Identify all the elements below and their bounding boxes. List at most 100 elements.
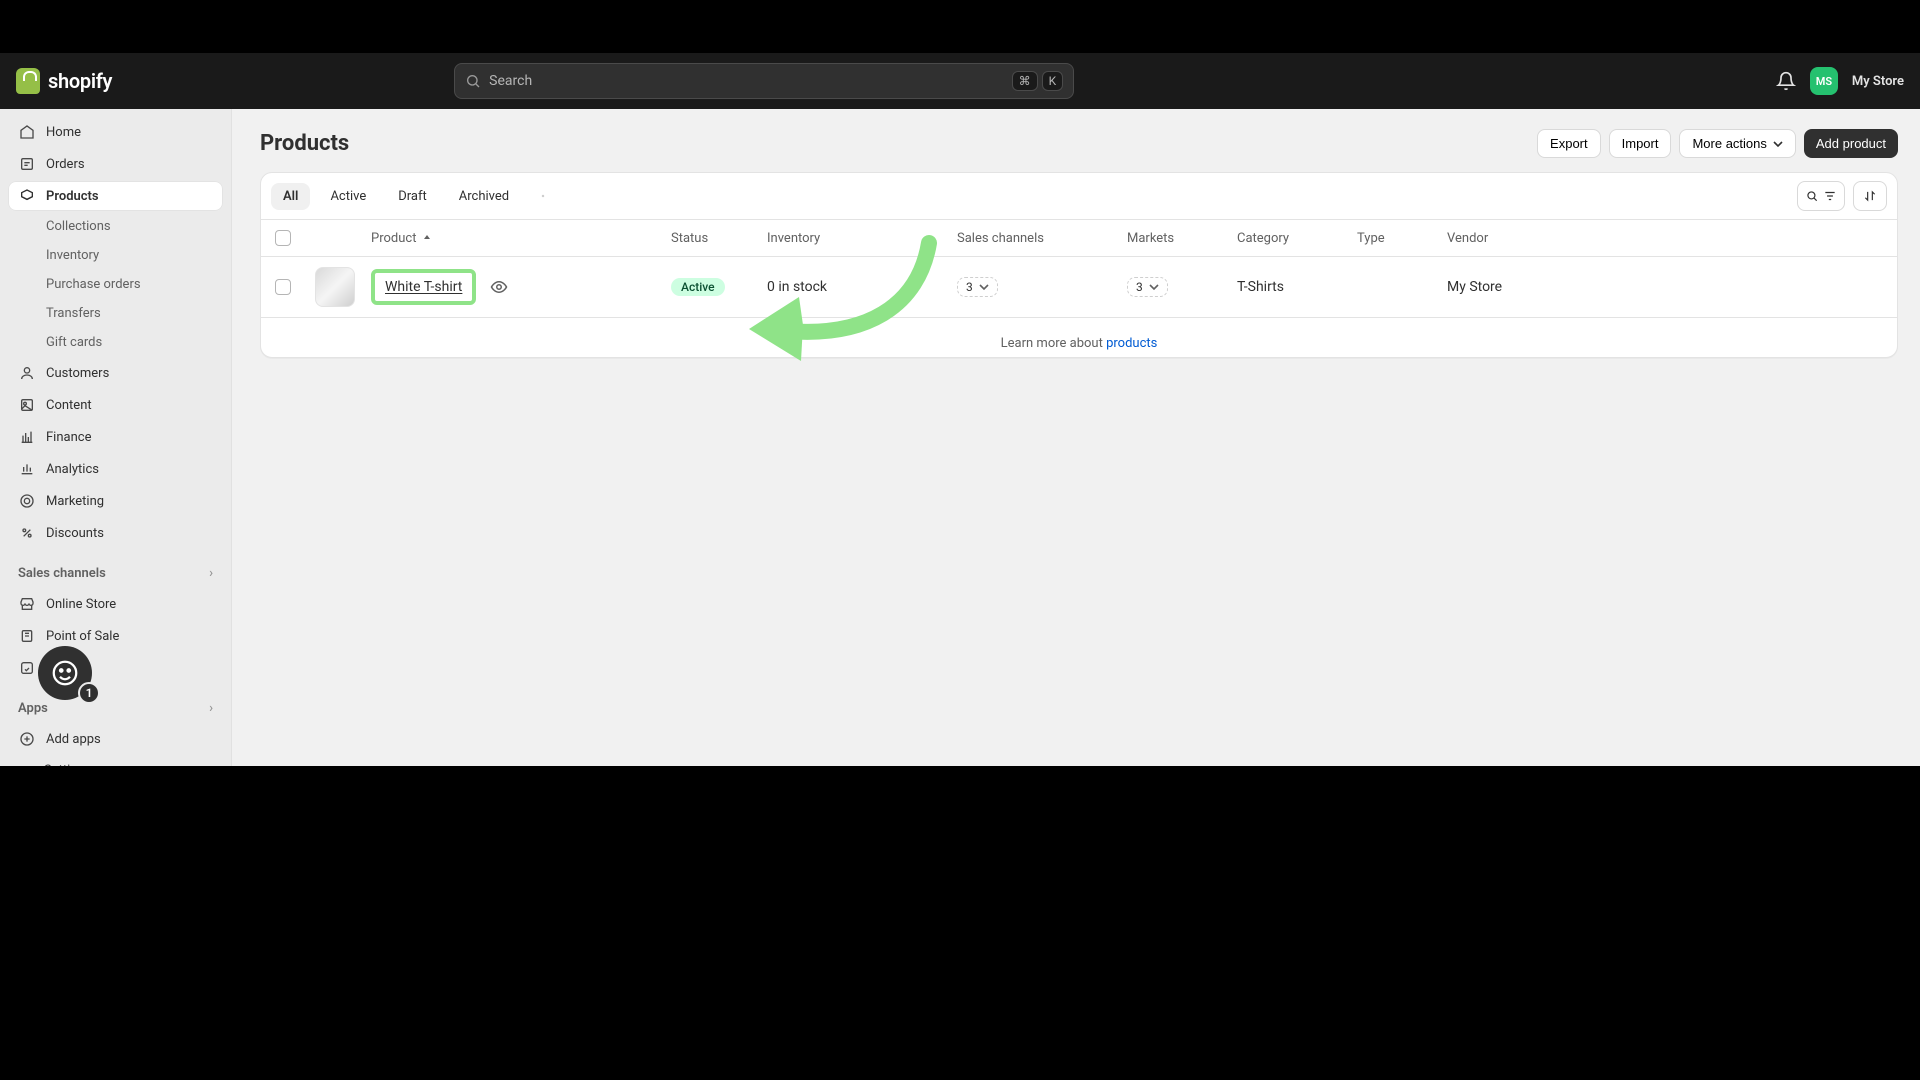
analytics-icon [18,460,36,478]
select-all-checkbox[interactable] [275,230,291,246]
sort-asc-icon [422,233,432,243]
pos-icon [18,627,36,645]
sidebar-item-marketing[interactable]: Marketing [8,486,223,516]
search-filter-button[interactable] [1797,181,1845,211]
col-type[interactable]: Type [1357,231,1447,246]
learn-more: Learn more about products [261,318,1897,357]
page-title: Products [260,131,349,156]
sidebar-item-home[interactable]: Home [8,117,223,147]
chevron-right-icon: › [209,566,213,581]
sidebar-sub-purchase-orders[interactable]: Purchase orders [8,271,223,298]
channels-pill[interactable]: 3 [957,277,998,297]
topbar: shopify Search ⌘ K MS My Store [0,53,1920,109]
notifications-icon[interactable] [1776,71,1796,91]
customers-icon [18,364,36,382]
sidebar-item-label: Settings [44,763,91,767]
sidebar-item-label: Discounts [46,526,104,541]
col-category[interactable]: Category [1237,231,1357,246]
shopify-bag-icon [16,68,40,94]
sidebar-item-label: Add apps [46,732,101,747]
tab-archived[interactable]: Archived [447,183,521,210]
sidebar-add-apps[interactable]: Add apps [8,724,223,754]
table-row[interactable]: White T-shirt Active 0 in stock 3 [261,257,1897,318]
annotation-highlight: White T-shirt [371,269,476,305]
category-cell: T-Shirts [1237,279,1357,295]
sidebar-header-channels[interactable]: Sales channels › [8,560,223,587]
inventory-cell: 0 in stock [767,279,957,295]
sidebar-item-customers[interactable]: Customers [8,358,223,388]
preview-icon[interactable] [490,278,508,296]
orders-icon [18,155,36,173]
sidebar-item-label: Point of Sale [46,629,119,644]
col-channels[interactable]: Sales channels [957,231,1127,246]
row-checkbox[interactable] [275,279,291,295]
col-inventory[interactable]: Inventory [767,231,957,246]
sidebar-sub-transfers[interactable]: Transfers [8,300,223,327]
tab-add-view[interactable] [529,184,557,208]
tabbar: All Active Draft Archived [261,173,1897,220]
sidebar-settings[interactable]: Settings [8,756,223,766]
gear-icon [18,762,34,766]
sidebar-item-products[interactable]: Products [8,181,223,211]
col-product[interactable]: Product [371,231,671,246]
kbd-mod: ⌘ [1012,71,1038,91]
sidebar-item-label: Finance [46,430,91,445]
search-icon [465,73,481,89]
content-icon [18,396,36,414]
sidebar-item-label: Analytics [46,462,99,477]
tab-active[interactable]: Active [318,183,378,210]
tab-all[interactable]: All [271,183,310,210]
search-placeholder: Search [489,73,532,89]
sidebar-sub-collections[interactable]: Collections [8,213,223,240]
add-product-button[interactable]: Add product [1804,129,1898,158]
tab-draft[interactable]: Draft [386,183,439,210]
export-button[interactable]: Export [1537,129,1601,158]
sidebar-header-apps[interactable]: Apps › [8,695,223,722]
discounts-icon [18,524,36,542]
more-actions-button[interactable]: More actions [1679,129,1795,158]
sidebar-item-label: Content [46,398,92,413]
store-avatar[interactable]: MS [1810,67,1838,95]
col-status[interactable]: Status [671,231,767,246]
home-icon [18,123,36,141]
sidebar-channel-online-store[interactable]: Online Store [8,589,223,619]
learn-products-link[interactable]: products [1106,336,1157,351]
sidebar-channel-pos[interactable]: Point of Sale [8,621,223,651]
sidebar-item-content[interactable]: Content [8,390,223,420]
sidebar-item-orders[interactable]: Orders [8,149,223,179]
sidebar-item-label: Customers [46,366,109,381]
products-card: All Active Draft Archived [260,172,1898,358]
sidebar-sub-inventory[interactable]: Inventory [8,242,223,269]
chevron-right-icon: › [209,701,213,716]
sidebar-item-discounts[interactable]: Discounts [8,518,223,548]
sidebar-item-label: Home [46,125,81,140]
product-thumbnail[interactable] [315,267,355,307]
markets-pill[interactable]: 3 [1127,277,1168,297]
online-store-icon [18,595,36,613]
import-button[interactable]: Import [1609,129,1672,158]
status-badge: Active [671,278,725,296]
help-badge: 1 [78,682,100,704]
chevron-down-icon [1773,139,1783,149]
brand-word: shopify [48,69,112,93]
sidebar-item-finance[interactable]: Finance [8,422,223,452]
col-vendor[interactable]: Vendor [1447,231,1883,246]
shop-icon [18,659,36,677]
store-name[interactable]: My Store [1852,74,1904,89]
brand-logo[interactable]: shopify [16,68,112,94]
sidebar-sub-gift-cards[interactable]: Gift cards [8,329,223,356]
marketing-icon [18,492,36,510]
annotation-arrow [729,233,949,393]
col-markets[interactable]: Markets [1127,231,1237,246]
product-name-link[interactable]: White T-shirt [385,279,462,295]
table-header: Product Status Inventory Sales channels … [261,220,1897,257]
sidebar-item-analytics[interactable]: Analytics [8,454,223,484]
sidebar-item-label: Online Store [46,597,116,612]
vendor-cell: My Store [1447,279,1883,295]
kbd-key: K [1042,71,1064,91]
products-icon [18,187,36,205]
sidebar-item-label: Orders [46,157,85,172]
finance-icon [18,428,36,446]
sort-button[interactable] [1853,181,1887,211]
global-search[interactable]: Search ⌘ K [454,63,1074,99]
